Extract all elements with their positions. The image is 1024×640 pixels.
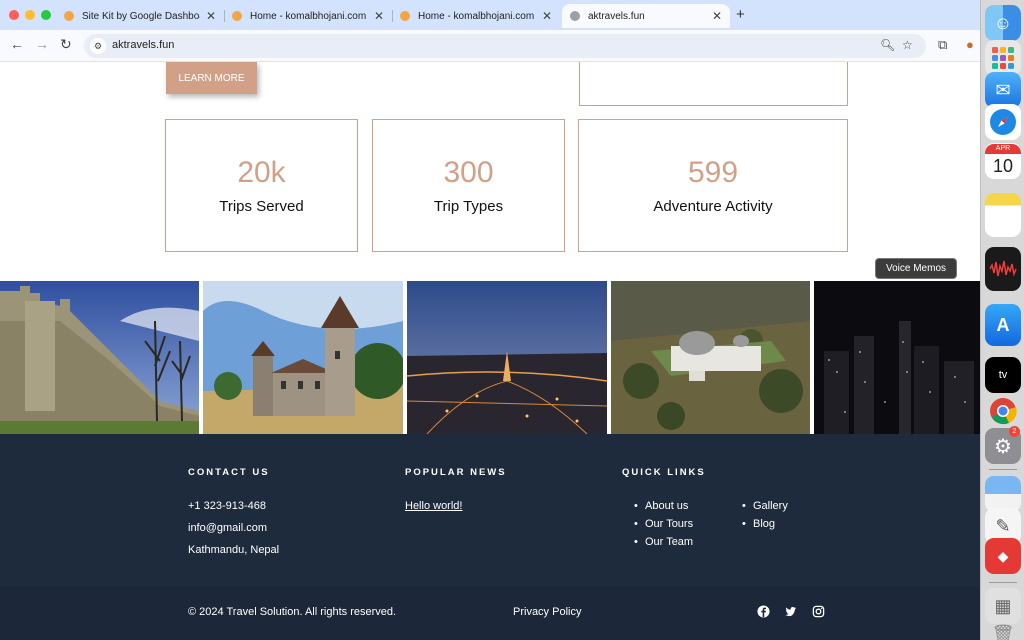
twitter-icon[interactable]	[784, 605, 797, 618]
stat-card-trip-types: 300 Trip Types	[372, 119, 565, 252]
close-tab-icon[interactable]: ✕	[542, 9, 552, 23]
quick-link-our-tours[interactable]: Our Tours	[634, 518, 693, 530]
preview-icon[interactable]	[985, 476, 1021, 512]
gallery-image-chateau[interactable]	[203, 281, 403, 434]
stat-value: 599	[687, 156, 739, 189]
gallery-image-paris-night[interactable]	[407, 281, 607, 434]
system-settings-icon[interactable]: ⚙ 2	[985, 426, 1021, 464]
feature-box	[579, 62, 848, 106]
back-arrow-icon[interactable]: ←	[10, 36, 24, 52]
tab-komalbhojani-2[interactable]: Home - komalbhojani.com ✕	[392, 4, 560, 28]
contact-phone[interactable]: +1 323-913-468	[188, 500, 266, 512]
quick-link-blog[interactable]: Blog	[742, 518, 775, 530]
apple-tv-icon[interactable]: tv	[985, 357, 1021, 393]
learn-more-button[interactable]: LEARN MORE	[166, 62, 257, 94]
site-kit-favicon-icon	[64, 11, 74, 21]
settings-badge: 2	[1009, 426, 1020, 437]
site-info-icon[interactable]: ⚙	[90, 38, 106, 54]
news-link-hello-world[interactable]: Hello world!	[405, 500, 462, 512]
zoom-window-button[interactable]	[41, 10, 51, 20]
address-bar[interactable]: ⚙ aktravels.fun 🔍︎ ☆	[84, 34, 926, 58]
stat-label: Adventure Activity	[653, 198, 773, 215]
profile-icon[interactable]: ●	[966, 37, 974, 52]
footer-bottom-bar: © 2024 Travel Solution. All rights reser…	[0, 587, 980, 640]
trash-icon[interactable]: 🗑	[985, 616, 1021, 640]
close-tab-icon[interactable]: ✕	[206, 9, 216, 23]
stat-card-trips-served: 20k Trips Served	[165, 119, 358, 252]
copyright-text: © 2024 Travel Solution. All rights reser…	[188, 606, 397, 618]
stat-card-adventure-activity: 599 Adventure Activity	[578, 119, 848, 252]
komalbhojani-favicon-icon	[400, 11, 410, 21]
launchpad-icon[interactable]	[985, 40, 1021, 76]
tab-title: Site Kit by Google Dashboard	[82, 10, 200, 22]
apple-tv-label: tv	[998, 369, 1008, 381]
gallery-image-castle-wall[interactable]	[0, 281, 199, 434]
reload-icon[interactable]: ↻	[60, 36, 72, 53]
close-tab-icon[interactable]: ✕	[374, 9, 384, 23]
stat-value: 20k	[237, 156, 286, 189]
new-tab-button[interactable]: +	[736, 6, 745, 23]
quick-link-our-team[interactable]: Our Team	[634, 536, 693, 548]
site-footer: CONTACT US +1 323-913-468 info@gmail.com…	[0, 434, 980, 587]
quick-links-heading: QUICK LINKS	[622, 467, 706, 478]
calendar-icon[interactable]: APR 10	[985, 143, 1021, 179]
mail-icon[interactable]: ✉	[985, 72, 1021, 108]
tab-aktravels[interactable]: aktravels.fun ✕	[562, 4, 730, 28]
dock-separator	[989, 582, 1017, 583]
safari-icon[interactable]	[985, 104, 1021, 140]
stat-label: Trips Served	[219, 198, 304, 215]
dock-separator	[989, 469, 1017, 470]
tab-site-kit[interactable]: Site Kit by Google Dashboard ✕	[56, 4, 224, 28]
popular-news-heading: POPULAR NEWS	[405, 467, 507, 478]
tab-title: Home - komalbhojani.com	[418, 10, 535, 22]
privacy-policy-link[interactable]: Privacy Policy	[513, 606, 581, 618]
tab-strip: Site Kit by Google Dashboard ✕ Home - ko…	[0, 0, 980, 30]
calendar-day: 10	[992, 156, 1014, 176]
close-window-button[interactable]	[9, 10, 19, 20]
zoom-icon[interactable]: 🔍︎	[880, 38, 895, 52]
stat-value: 300	[443, 156, 494, 189]
url-text: aktravels.fun	[112, 39, 175, 51]
contact-heading: CONTACT US	[188, 467, 270, 478]
calendar-month: APR	[985, 144, 1021, 154]
tab-title: aktravels.fun	[588, 10, 645, 22]
anydesk-icon[interactable]: ◆	[985, 538, 1021, 574]
tab-title: Home - komalbhojani.com	[250, 10, 367, 22]
tab-komalbhojani-1[interactable]: Home - komalbhojani.com ✕	[224, 4, 392, 28]
facebook-icon[interactable]	[757, 605, 770, 618]
window-controls	[9, 10, 51, 20]
contact-email[interactable]: info@gmail.com	[188, 522, 267, 534]
image-gallery	[0, 281, 980, 434]
app-store-icon[interactable]: A	[985, 304, 1021, 346]
quick-link-about-us[interactable]: About us	[634, 500, 689, 512]
bookmark-star-icon[interactable]: ☆	[902, 38, 913, 52]
stat-label: Trip Types	[433, 198, 504, 215]
extensions-icon[interactable]: ⧉	[938, 37, 947, 53]
finder-icon[interactable]: ☺	[985, 5, 1021, 41]
instagram-icon[interactable]	[812, 605, 825, 618]
globe-favicon-icon	[570, 11, 580, 21]
page-content: LEARN MORE 20k Trips Served 300 Trip Typ…	[0, 62, 980, 640]
minimize-window-button[interactable]	[25, 10, 35, 20]
chrome-icon[interactable]	[985, 393, 1021, 429]
voice-memos-icon[interactable]	[985, 247, 1021, 291]
forward-arrow-icon[interactable]: →	[35, 36, 49, 52]
gallery-image-city-night[interactable]	[814, 281, 980, 434]
quick-link-gallery[interactable]: Gallery	[742, 500, 788, 512]
komalbhojani-favicon-icon	[232, 11, 242, 21]
notes-icon[interactable]	[985, 193, 1021, 237]
gallery-image-observatory[interactable]	[611, 281, 810, 434]
contact-address: Kathmandu, Nepal	[188, 544, 280, 556]
close-tab-icon[interactable]: ✕	[712, 9, 722, 23]
browser-toolbar: ← → ↻ ⚙ aktravels.fun 🔍︎ ☆ ⧉ ●	[0, 30, 980, 62]
dock-tooltip: Voice Memos	[875, 258, 957, 279]
macos-dock: ☺ ✉ APR 10 A tv ⚙ 2 ✎ ◆ ▦ 🗑	[980, 0, 1024, 640]
